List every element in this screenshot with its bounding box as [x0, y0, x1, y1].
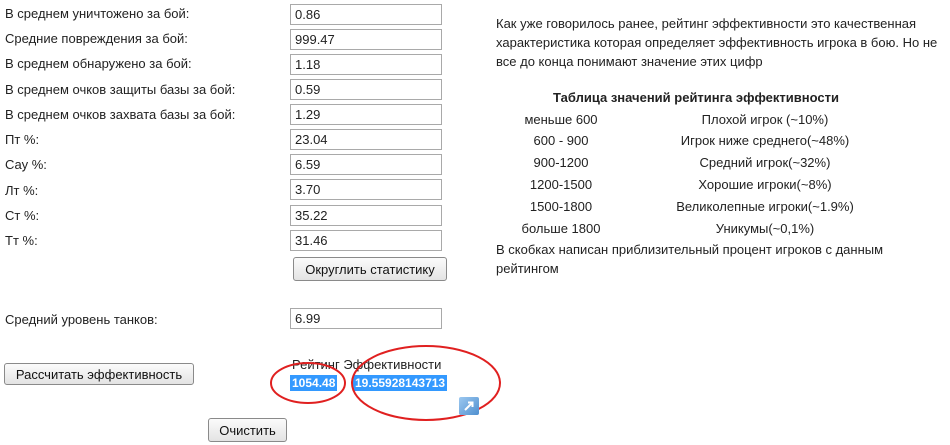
info-intro: Как уже говорилось ранее, рейтинг эффект…	[496, 16, 938, 69]
stat-label-spg: Сау %:	[5, 157, 47, 172]
stat-input-defense[interactable]	[290, 79, 442, 100]
clear-button[interactable]: Очистить	[208, 418, 287, 442]
stat-input-damage[interactable]	[290, 29, 442, 50]
stat-label-spotted: В среднем обнаружено за бой:	[5, 56, 192, 71]
stat-input-spg[interactable]	[290, 154, 442, 175]
stat-label-kills: В среднем уничтожено за бой:	[5, 6, 190, 21]
stat-label-damage: Средние повреждения за бой:	[5, 31, 188, 46]
rating-desc: Великолепные игроки(~1.9%)	[676, 199, 854, 214]
rating-range: 600 - 900	[533, 133, 589, 148]
avg-tier-input[interactable]	[290, 308, 442, 329]
stat-input-ht[interactable]	[290, 230, 442, 251]
stat-label-mt: Ст %:	[5, 208, 40, 223]
rating-desc: Плохой игрок (~10%)	[701, 112, 829, 127]
stat-label-ht: Тт %:	[5, 233, 38, 248]
calculate-efficiency-button[interactable]: Рассчитать эффективность	[4, 363, 194, 385]
stat-input-mt[interactable]	[290, 205, 442, 226]
round-stats-button[interactable]: Округлить статистику	[293, 257, 447, 281]
rating-desc: Средний игрок(~32%)	[699, 155, 831, 170]
rating-range: 1500-1800	[529, 199, 593, 214]
rating-table-title: Таблица значений рейтинга эффективности	[553, 90, 839, 105]
rating-range: больше 1800	[521, 221, 601, 236]
stat-input-td[interactable]	[290, 129, 442, 150]
stat-label-capture: В среднем очков захвата базы за бой:	[5, 107, 236, 122]
stat-label-defense: В среднем очков защиты базы за бой:	[5, 82, 236, 97]
annotation-overlay	[270, 345, 501, 421]
annotation-circle-1	[270, 362, 346, 404]
rating-range: 1200-1500	[529, 177, 593, 192]
rating-range: меньше 600	[524, 112, 598, 127]
stat-input-kills[interactable]	[290, 4, 442, 25]
stat-label-lt: Лт %:	[5, 183, 39, 198]
external-link-icon[interactable]	[459, 397, 479, 415]
stat-input-lt[interactable]	[290, 179, 442, 200]
rating-range: 900-1200	[533, 155, 589, 170]
avg-tier-label: Средний уровень танков:	[5, 312, 158, 327]
rating-desc: Игрок ниже среднего(~48%)	[680, 133, 850, 148]
rating-desc: Уникумы(~0,1%)	[715, 221, 815, 236]
stat-label-td: Пт %:	[5, 132, 40, 147]
rating-desc: Хорошие игроки(~8%)	[698, 177, 832, 192]
info-footnote: В скобках написан приблизительный процен…	[496, 242, 884, 276]
stat-input-capture[interactable]	[290, 104, 442, 125]
stat-input-spotted[interactable]	[290, 54, 442, 75]
